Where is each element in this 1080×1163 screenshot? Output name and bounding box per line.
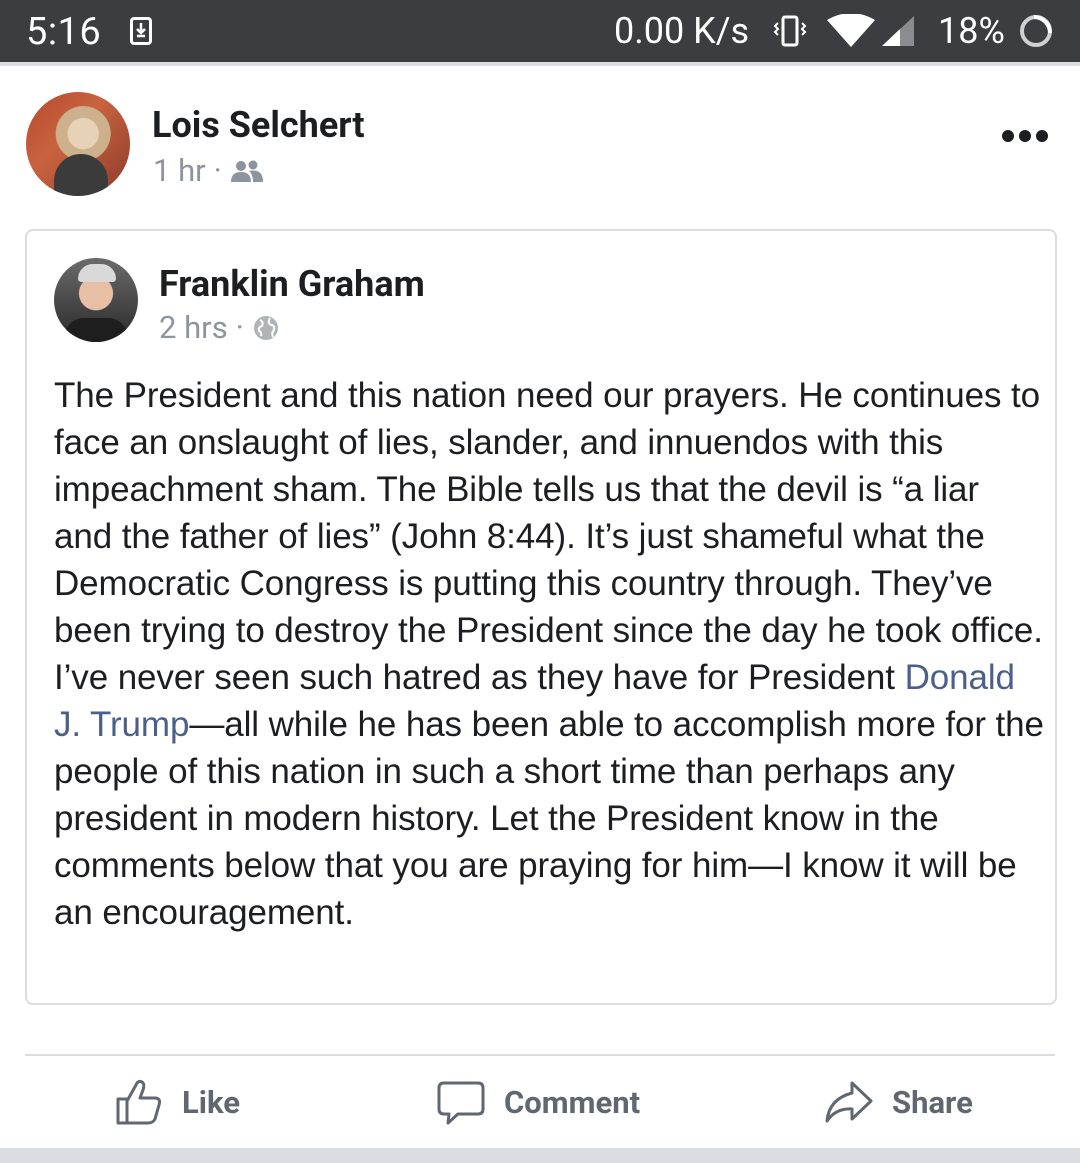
- share-label: Share: [892, 1083, 973, 1121]
- post-text-part: —all while he has been able to accomplis…: [54, 705, 1044, 932]
- more-options-icon[interactable]: [1002, 128, 1048, 144]
- cell-signal-icon: [882, 16, 914, 46]
- comment-label: Comment: [504, 1083, 641, 1121]
- action-bar-divider: [25, 1054, 1055, 1056]
- like-label: Like: [182, 1083, 240, 1121]
- battery-percentage: 18%: [938, 10, 1005, 52]
- network-speed: 0.00 K/s: [614, 10, 750, 52]
- shared-author-avatar[interactable]: [54, 258, 138, 342]
- post-text-part: The President and this nation need our p…: [54, 376, 1043, 697]
- thumbs-up-icon: [116, 1079, 162, 1125]
- download-icon: [130, 17, 152, 45]
- status-time: 5:16: [26, 10, 102, 54]
- comment-button[interactable]: Comment: [436, 1074, 640, 1130]
- shared-post-time[interactable]: 2 hrs: [159, 309, 228, 346]
- like-button[interactable]: Like: [114, 1074, 240, 1130]
- post-author[interactable]: Lois Selchert: [152, 104, 365, 146]
- status-bar-divider: [0, 62, 1080, 66]
- post-time[interactable]: 1 hr: [153, 152, 206, 189]
- share-arrow-icon: [825, 1081, 873, 1123]
- meta-separator: ·: [213, 152, 222, 189]
- share-button[interactable]: Share: [824, 1074, 973, 1130]
- wifi-icon: [827, 14, 875, 47]
- avatar[interactable]: [26, 92, 130, 196]
- shared-post-meta: 2 hrs ·: [159, 309, 280, 346]
- friends-icon: [230, 160, 263, 182]
- shared-post-card[interactable]: Franklin Graham 2 hrs · The President an…: [25, 229, 1057, 1005]
- vibrate-icon: [773, 15, 807, 47]
- feed-separator: [0, 1148, 1080, 1163]
- shared-post-author[interactable]: Franklin Graham: [159, 263, 425, 305]
- status-bar: 5:16 0.00 K/s 18%: [0, 0, 1080, 62]
- battery-ring-icon: [1020, 15, 1052, 47]
- meta-separator: ·: [235, 309, 244, 346]
- globe-icon: [253, 315, 278, 340]
- post-meta: 1 hr ·: [153, 152, 264, 189]
- comment-icon: [437, 1081, 485, 1125]
- shared-post-text: The President and this nation need our p…: [54, 372, 1044, 936]
